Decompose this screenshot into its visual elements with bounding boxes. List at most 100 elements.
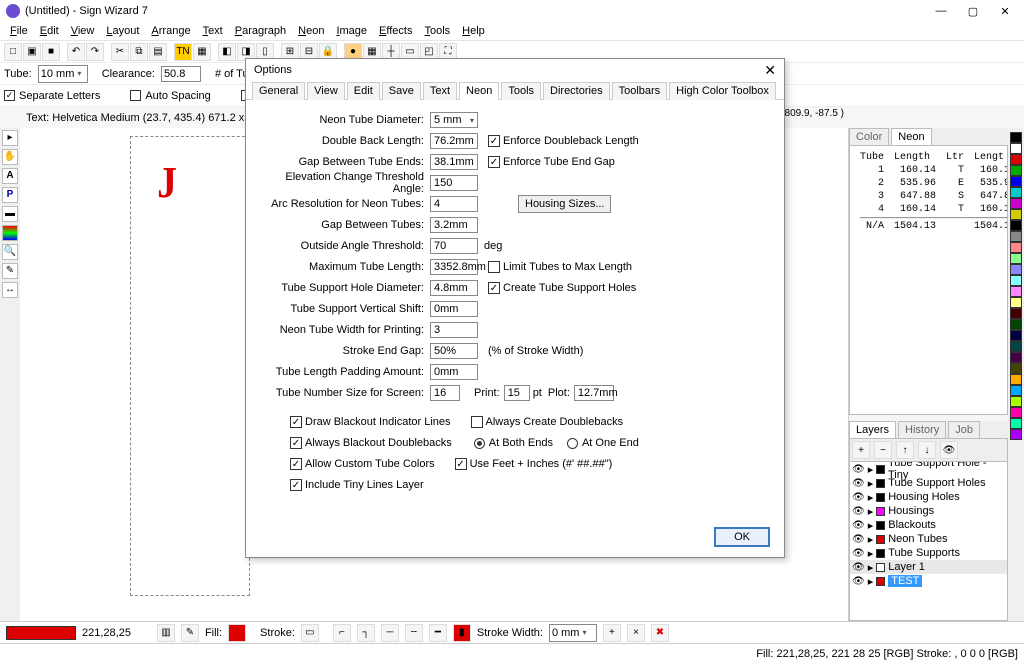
tool-redo-icon[interactable]: ↷ — [86, 43, 104, 61]
layer-color-swatch[interactable] — [876, 535, 885, 544]
menu-tools[interactable]: Tools — [418, 24, 456, 38]
color-swatch[interactable] — [1010, 187, 1022, 198]
color-swatch[interactable] — [1010, 242, 1022, 253]
max-tube-length-input[interactable]: 3352.8mm — [430, 259, 478, 275]
palette-icon[interactable]: ▥ — [157, 624, 175, 642]
enforce-dbl-check[interactable] — [488, 135, 500, 147]
clearance-input[interactable]: 50.8 — [161, 66, 201, 82]
menu-edit[interactable]: Edit — [34, 24, 65, 38]
menu-effects[interactable]: Effects — [373, 24, 418, 38]
layer-vis-icon[interactable]: 👁 — [940, 441, 958, 459]
color-swatch[interactable] — [1010, 352, 1022, 363]
neon-tube-diameter-select[interactable]: 5 mm — [430, 112, 478, 128]
dlg-tab-view[interactable]: View — [307, 82, 345, 100]
layer-color-swatch[interactable] — [876, 493, 885, 502]
limit-tubes-check[interactable] — [488, 261, 500, 273]
double-back-length-input[interactable]: 76.2mm — [430, 133, 478, 149]
dlg-tab-text[interactable]: Text — [423, 82, 457, 100]
create-support-holes-check[interactable] — [488, 282, 500, 294]
fill-swatch[interactable] — [228, 624, 246, 642]
menu-arrange[interactable]: Arrange — [145, 24, 196, 38]
maximize-button[interactable]: ▢ — [966, 5, 980, 18]
cap2-icon[interactable]: ┐ — [357, 624, 375, 642]
eye-icon[interactable]: 👁 — [852, 506, 865, 517]
tool-new-icon[interactable]: □ — [4, 43, 22, 61]
tool-copy-icon[interactable]: ⧉ — [130, 43, 148, 61]
eye-icon[interactable]: 👁 — [852, 478, 865, 489]
tool-knife-icon[interactable]: ✎ — [2, 263, 18, 279]
tube-num-screen-input[interactable]: 16 — [430, 385, 460, 401]
neon-shape[interactable]: J — [157, 157, 177, 208]
menu-file[interactable]: File — [4, 24, 34, 38]
join-icon[interactable]: ▮ — [453, 624, 471, 642]
layer-row[interactable]: 👁▸Tube Supports — [850, 546, 1007, 560]
dlg-tab-edit[interactable]: Edit — [347, 82, 380, 100]
menu-layout[interactable]: Layout — [100, 24, 145, 38]
dash1-icon[interactable]: ╌ — [405, 624, 423, 642]
eye-icon[interactable]: 👁 — [852, 492, 865, 503]
eye-icon[interactable]: 👁 — [852, 562, 865, 573]
tool-open-icon[interactable]: ▣ — [23, 43, 41, 61]
layer-del-icon[interactable]: − — [874, 441, 892, 459]
color-swatch[interactable] — [1010, 165, 1022, 176]
layer-row[interactable]: 👁▸Tube Support Hole - Tiny — [850, 462, 1007, 476]
tool-undo-icon[interactable]: ↶ — [67, 43, 85, 61]
sw-del-icon[interactable]: ✖ — [651, 624, 669, 642]
tube-len-padding-input[interactable]: 0mm — [430, 364, 478, 380]
tool-tn-icon[interactable]: TN — [174, 43, 192, 61]
dialog-close-icon[interactable]: ✕ — [764, 62, 776, 79]
include-tiny-lines-check[interactable] — [290, 479, 302, 491]
separate-letters-check[interactable]: ✓ — [4, 90, 15, 101]
color-swatch[interactable] — [1010, 275, 1022, 286]
one-end-radio[interactable] — [567, 438, 578, 449]
layer-color-swatch[interactable] — [876, 465, 885, 474]
sw-plus-icon[interactable]: + — [603, 624, 621, 642]
tab-neon[interactable]: Neon — [891, 128, 931, 145]
layer-row[interactable]: 👁▸Neon Tubes — [850, 532, 1007, 546]
outside-angle-input[interactable]: 70 — [430, 238, 478, 254]
menu-view[interactable]: View — [65, 24, 101, 38]
dlg-tab-general[interactable]: General — [252, 82, 305, 100]
color-swatch[interactable] — [1010, 209, 1022, 220]
gap-tubes-input[interactable]: 3.2mm — [430, 217, 478, 233]
tab-history[interactable]: History — [898, 421, 946, 438]
tool-cut-icon[interactable]: ✂ — [111, 43, 129, 61]
close-button[interactable]: ✕ — [998, 5, 1012, 18]
housing-sizes-button[interactable]: Housing Sizes... — [518, 195, 611, 213]
dlg-tab-neon[interactable]: Neon — [459, 82, 499, 100]
color-swatch[interactable] — [1010, 231, 1022, 242]
color-swatch[interactable] — [1010, 297, 1022, 308]
tube-num-print-input[interactable]: 15 — [504, 385, 530, 401]
eye-icon[interactable]: 👁 — [852, 520, 865, 531]
menu-help[interactable]: Help — [456, 24, 491, 38]
color-swatch[interactable] — [1010, 143, 1022, 154]
eye-icon[interactable]: 👁 — [852, 464, 865, 475]
dlg-tab-directories[interactable]: Directories — [543, 82, 610, 100]
layer-color-swatch[interactable] — [876, 577, 885, 586]
layer-row[interactable]: 👁▸TEST — [850, 574, 1007, 588]
color-swatch[interactable] — [1010, 407, 1022, 418]
dlg-tab-toolbars[interactable]: Toolbars — [612, 82, 668, 100]
dropper-icon[interactable]: ✎ — [181, 624, 199, 642]
tab-job[interactable]: Job — [948, 421, 980, 438]
stroke-swatch[interactable]: ▭ — [301, 624, 319, 642]
tool-zoom-icon[interactable]: 🔍 — [2, 244, 18, 260]
sw-x-icon[interactable]: × — [627, 624, 645, 642]
color-swatch[interactable] — [1010, 286, 1022, 297]
color-swatch[interactable] — [1010, 253, 1022, 264]
layer-down-icon[interactable]: ↓ — [918, 441, 936, 459]
cap1-icon[interactable]: ⌐ — [333, 624, 351, 642]
layer-color-swatch[interactable] — [876, 507, 885, 516]
color-swatch[interactable] — [1010, 330, 1022, 341]
arc-res-input[interactable]: 4 — [430, 196, 478, 212]
tool-text-icon[interactable]: A — [2, 168, 18, 184]
stroke-width-select[interactable]: 0 mm — [549, 624, 597, 642]
menu-neon[interactable]: Neon — [292, 24, 330, 38]
gap-tube-ends-input[interactable]: 38.1mm — [430, 154, 478, 170]
dash2-icon[interactable]: ━ — [429, 624, 447, 642]
tab-color[interactable]: Color — [849, 128, 889, 145]
layer-row[interactable]: 👁▸Housing Holes — [850, 490, 1007, 504]
dlg-tab-tools[interactable]: Tools — [501, 82, 541, 100]
eye-icon[interactable]: 👁 — [852, 576, 865, 587]
color-swatch[interactable] — [1010, 308, 1022, 319]
